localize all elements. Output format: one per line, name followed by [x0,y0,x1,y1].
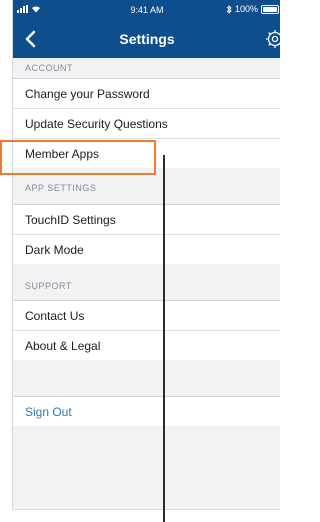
row-about-legal[interactable]: About & Legal [13,330,280,360]
status-right: 100% [226,4,279,14]
phone-screen: 9:41 AM 100% Settings ACCOUNT Change you… [12,0,280,510]
row-contact-us[interactable]: Contact Us [13,300,280,330]
nav-bar: Settings [13,20,280,58]
section-header-account: ACCOUNT [13,58,280,78]
row-member-apps[interactable]: Member Apps [13,138,280,168]
row-update-security-questions[interactable]: Update Security Questions [13,108,280,138]
row-dark-mode[interactable]: Dark Mode [13,234,280,264]
section-header-app-settings: APP SETTINGS [13,178,280,198]
status-bar: 9:41 AM 100% [13,0,280,20]
sign-out-button[interactable]: Sign Out [13,396,280,426]
gear-icon [266,30,280,48]
settings-gear-button[interactable] [261,26,280,52]
battery-percent: 100% [234,4,258,14]
battery-icon [261,4,279,14]
row-touchid-settings[interactable]: TouchID Settings [13,204,280,234]
page-title: Settings [119,31,175,47]
row-change-password[interactable]: Change your Password [13,78,280,108]
app-header: 9:41 AM 100% Settings [13,0,280,58]
section-header-support: SUPPORT [13,276,280,296]
bluetooth-icon [226,4,232,14]
